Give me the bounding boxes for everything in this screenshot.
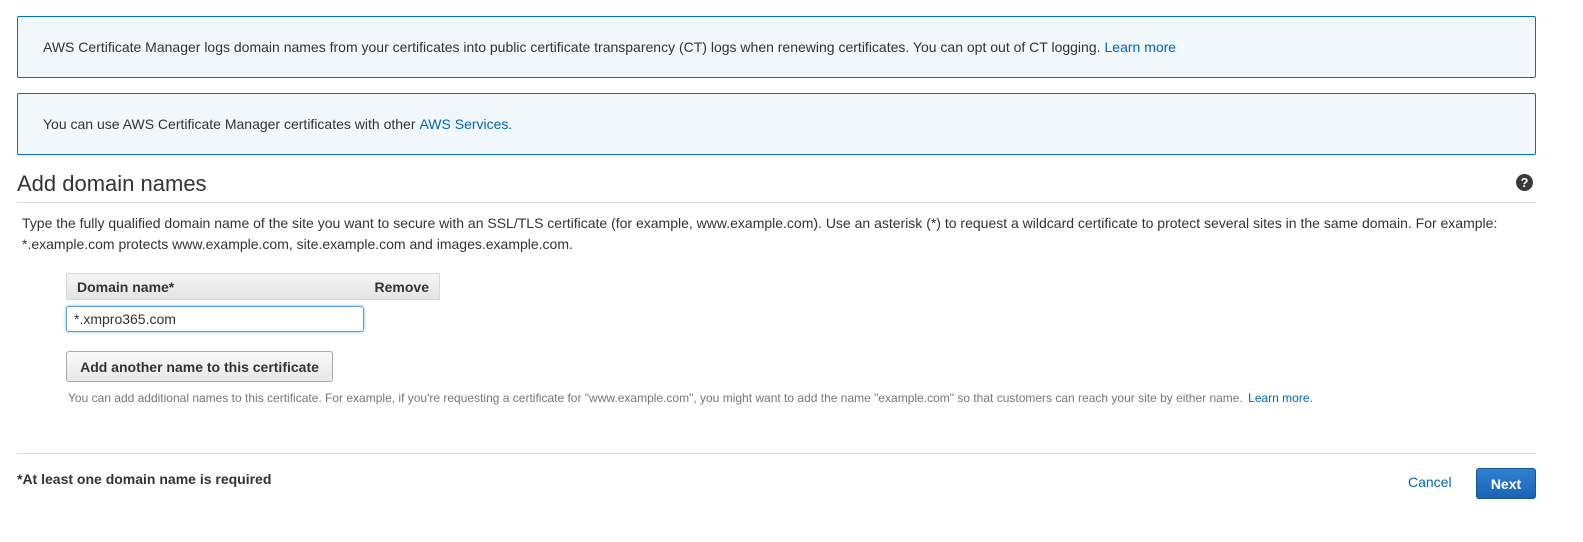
domain-names-table: Domain name* Remove bbox=[66, 273, 440, 332]
column-header-domain-name: Domain name* bbox=[77, 278, 175, 295]
domain-name-input[interactable] bbox=[66, 306, 364, 332]
ct-learn-more-link[interactable]: Learn more bbox=[1105, 39, 1177, 55]
cancel-button[interactable]: Cancel bbox=[1408, 474, 1452, 490]
additional-names-hint-text: You can add additional names to this cer… bbox=[68, 391, 1243, 405]
aws-services-info-box: You can use AWS Certificate Manager cert… bbox=[17, 93, 1536, 155]
aws-services-link[interactable]: AWS Services. bbox=[419, 116, 512, 132]
ct-logging-info-box: AWS Certificate Manager logs domain name… bbox=[17, 16, 1536, 78]
add-another-name-button[interactable]: Add another name to this certificate bbox=[66, 351, 333, 382]
section-description: Type the fully qualified domain name of … bbox=[22, 215, 1498, 252]
aws-services-info-text: You can use AWS Certificate Manager cert… bbox=[43, 116, 416, 132]
help-icon[interactable]: ? bbox=[1516, 174, 1533, 191]
section-header: Add domain names ? bbox=[17, 168, 1536, 203]
additional-names-hint: You can add additional names to this cer… bbox=[68, 391, 1313, 405]
page-title: Add domain names bbox=[17, 171, 207, 196]
table-header: Domain name* Remove bbox=[66, 273, 440, 300]
ct-logging-info-text: AWS Certificate Manager logs domain name… bbox=[43, 39, 1101, 55]
next-button[interactable]: Next bbox=[1476, 468, 1536, 499]
required-note: *At least one domain name is required bbox=[17, 471, 272, 487]
column-header-remove: Remove bbox=[374, 278, 429, 295]
additional-names-learn-more-link[interactable]: Learn more. bbox=[1248, 391, 1313, 405]
footer-divider bbox=[17, 453, 1536, 454]
